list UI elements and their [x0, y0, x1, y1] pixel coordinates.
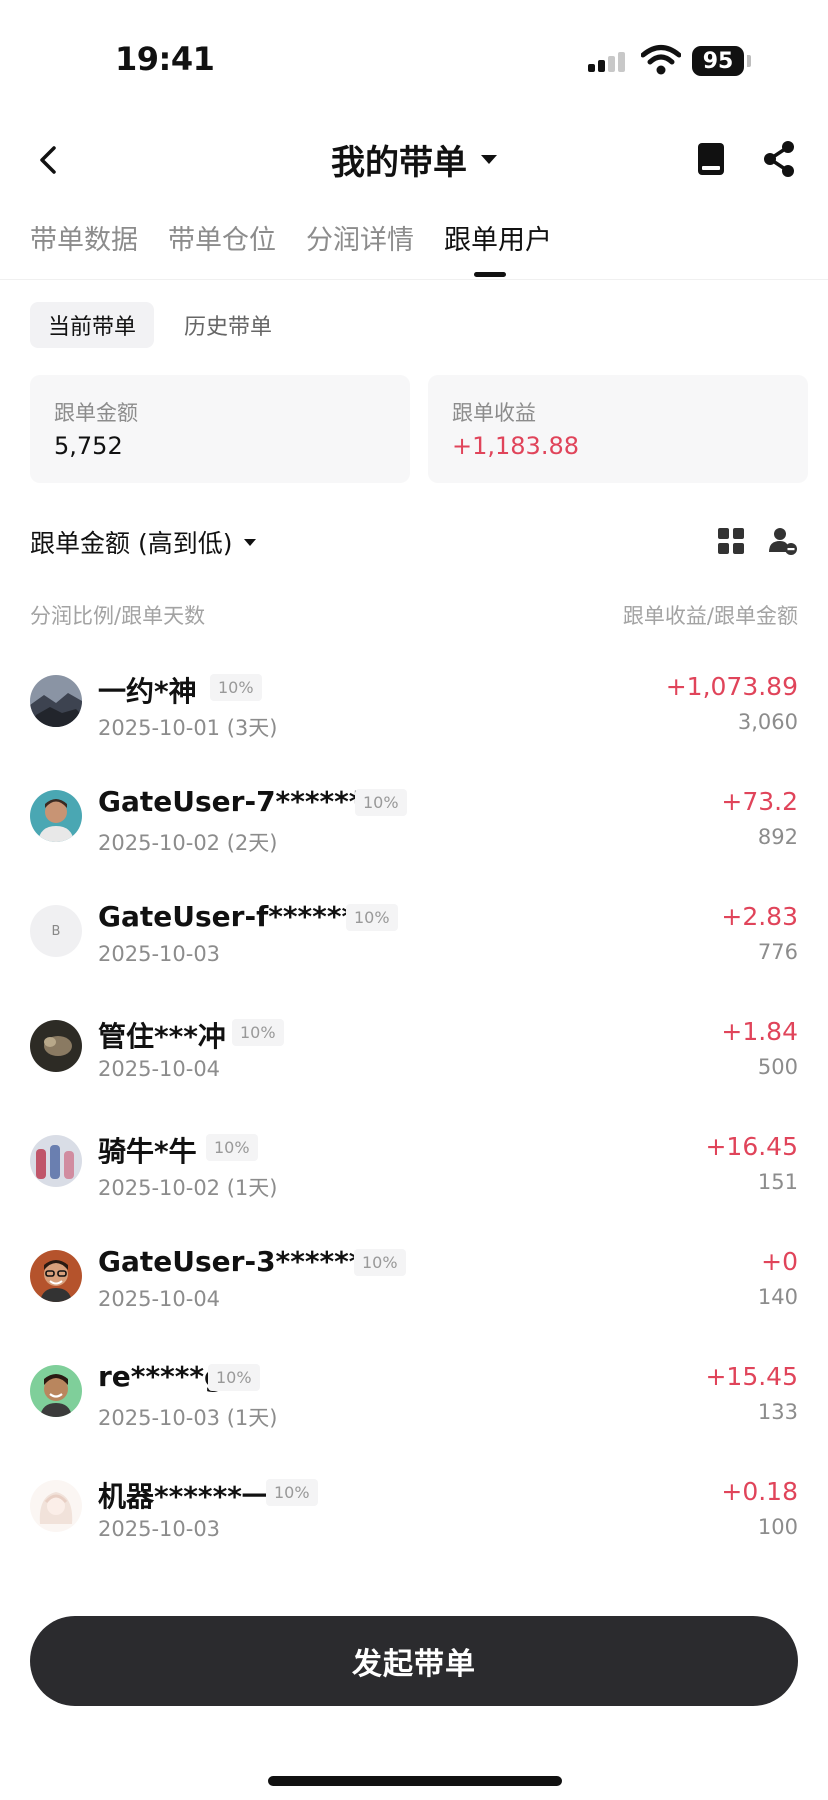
copy-amount-label: 跟单金额 [54, 401, 138, 425]
status-time: 19:41 [115, 40, 215, 78]
share-ratio-badge: 10% [232, 1019, 284, 1046]
app-root: 19:41 95 我的带单 带单数据 带单仓位 分润详情 跟单用户 当前带单 历… [0, 0, 828, 1800]
subtab-current[interactable]: 当前带单 [30, 302, 155, 348]
caret-down-icon [481, 155, 497, 164]
follower-amount: 776 [757, 940, 798, 964]
wifi-icon [641, 45, 681, 75]
follower-name: 管住***冲 [98, 1020, 226, 1053]
active-tab-indicator [474, 272, 506, 277]
follower-profit: +15.45 [705, 1362, 798, 1391]
column-header-right: 跟单收益/跟单金额 [622, 604, 798, 628]
follower-row[interactable]: 骑牛*牛 10% 2025-10-02 (1天) +16.45 151 [0, 1100, 828, 1215]
share-ratio-badge: 10% [206, 1134, 258, 1161]
follower-row[interactable]: 管住***冲 10% 2025-10-04 +1.84 500 [0, 985, 828, 1100]
photo-animal-icon [30, 1020, 82, 1072]
follower-amount: 140 [757, 1285, 798, 1309]
follower-name: re*****g [98, 1360, 225, 1393]
follow-date: 2025-10-02 (1天) [98, 1176, 278, 1200]
signal-icon [588, 50, 628, 72]
share-ratio-badge: 10% [354, 1249, 406, 1276]
follow-date: 2025-10-02 (2天) [98, 831, 278, 855]
tabs-divider [0, 279, 828, 280]
follower-row[interactable]: GateUser-7******8 10% 2025-10-02 (2天) +7… [0, 755, 828, 870]
follower-amount: 133 [757, 1400, 798, 1424]
follower-amount: 3,060 [737, 710, 798, 734]
follower-row[interactable]: GateUser-3******0 10% 2025-10-04 +0 140 [0, 1215, 828, 1330]
follower-name: GateUser-3******0 [98, 1245, 383, 1278]
share-ratio-badge: 10% [346, 904, 398, 931]
follow-date: 2025-10-04 [98, 1057, 221, 1081]
follower-row[interactable]: B GateUser-f******b 10% 2025-10-03 +2.83… [0, 870, 828, 985]
caret-down-icon [244, 538, 257, 546]
follower-name: GateUser-7******8 [98, 785, 383, 818]
share-icon[interactable] [762, 140, 796, 178]
follower-profit: +0.18 [721, 1477, 798, 1506]
share-ratio-badge: 10% [208, 1364, 260, 1391]
share-ratio-badge: 10% [266, 1479, 318, 1506]
follower-name: GateUser-f******b [98, 900, 377, 933]
follower-name: 一约*神 [98, 675, 197, 708]
follow-date: 2025-10-03 (1天) [98, 1406, 278, 1430]
tab-bar: 带单数据 带单仓位 分润详情 跟单用户 [30, 218, 552, 257]
follower-profit: +1,073.89 [665, 672, 798, 701]
follower-row[interactable]: re*****g 10% 2025-10-03 (1天) +15.45 133 [0, 1330, 828, 1445]
person-glasses-avatar-icon [30, 1250, 82, 1302]
title-dropdown[interactable]: 我的带单 [331, 135, 497, 184]
follower-row[interactable]: 机器******一 10% 2025-10-03 +0.18 100 [0, 1445, 828, 1560]
letter-avatar: B [30, 905, 82, 957]
tab-followers[interactable]: 跟单用户 [444, 218, 552, 257]
follower-profit: +73.2 [721, 787, 798, 816]
follower-name: 骑牛*牛 [98, 1135, 197, 1168]
follower-amount: 500 [757, 1055, 798, 1079]
page-title: 我的带单 [331, 143, 467, 183]
follow-date: 2025-10-04 [98, 1287, 221, 1311]
subtab-history[interactable]: 历史带单 [166, 302, 290, 348]
sort-label: 跟单金额 (高到低) [30, 529, 233, 558]
follower-amount: 892 [757, 825, 798, 849]
follower-amount: 100 [757, 1515, 798, 1539]
follower-row[interactable]: 一约*神 10% 2025-10-01 (3天) +1,073.89 3,060 [0, 640, 828, 755]
share-ratio-badge: 10% [355, 789, 407, 816]
follower-profit: +16.45 [705, 1132, 798, 1161]
person-smile-avatar-icon [30, 1365, 82, 1417]
column-header-left: 分润比例/跟单天数 [30, 604, 206, 628]
copy-amount-card: 跟单金额 5,752 [30, 375, 410, 483]
follow-date: 2025-10-03 [98, 1517, 221, 1541]
book-icon[interactable] [696, 142, 726, 176]
photo-rocks-icon [30, 675, 82, 727]
follower-profit: +1.84 [721, 1017, 798, 1046]
follow-date: 2025-10-01 (3天) [98, 716, 278, 740]
battery-tip [747, 55, 751, 67]
photo-group-icon [30, 1135, 82, 1187]
person-avatar-icon [30, 790, 82, 842]
tab-lead-data[interactable]: 带单数据 [30, 218, 138, 257]
follower-amount: 151 [757, 1170, 798, 1194]
tab-lead-positions[interactable]: 带单仓位 [168, 218, 276, 257]
copy-profit-value: +1,183.88 [452, 432, 579, 460]
follower-profit: +0 [761, 1247, 798, 1276]
share-ratio-badge: 10% [210, 674, 262, 701]
grid-view-icon[interactable] [718, 528, 744, 554]
battery-indicator: 95 [692, 46, 744, 76]
anime-avatar-icon [30, 1480, 82, 1532]
copy-profit-label: 跟单收益 [452, 401, 536, 425]
follower-profit: +2.83 [721, 902, 798, 931]
copy-amount-value: 5,752 [54, 432, 123, 460]
sort-dropdown[interactable]: 跟单金额 (高到低) [30, 524, 257, 560]
follower-name: 机器******一 [98, 1480, 270, 1513]
copy-profit-card: 跟单收益 +1,183.88 [428, 375, 808, 483]
home-indicator [268, 1776, 562, 1786]
start-copy-trading-button[interactable]: 发起带单 [30, 1616, 798, 1706]
tab-profit-share-details[interactable]: 分润详情 [306, 218, 414, 257]
follow-date: 2025-10-03 [98, 942, 221, 966]
remove-user-icon[interactable] [768, 526, 798, 556]
